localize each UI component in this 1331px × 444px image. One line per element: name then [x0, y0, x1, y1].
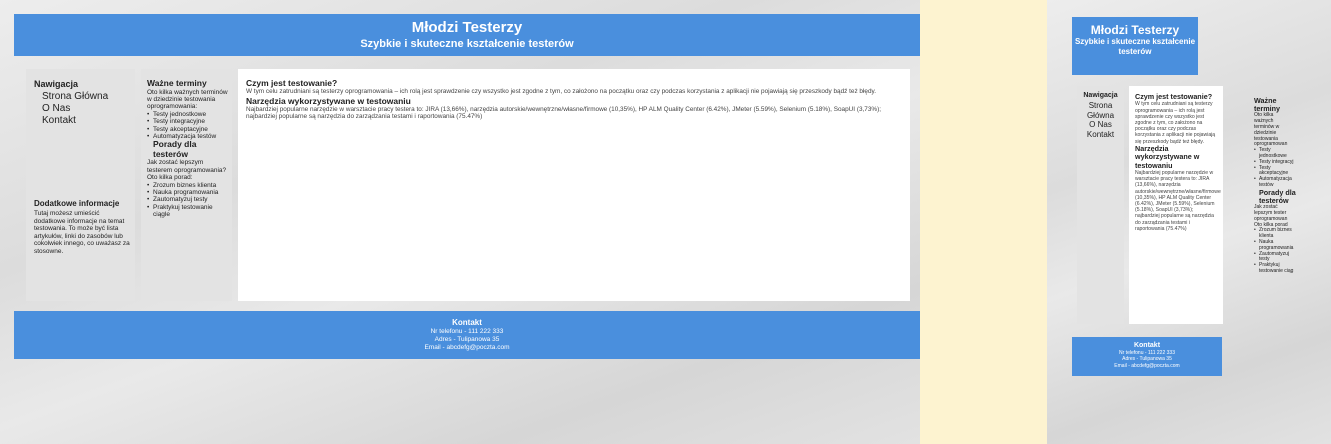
- main-content: Czym jest testowanie? W tym celu zatrudn…: [238, 69, 910, 301]
- section-heading-testing: Czym jest testowanie?: [246, 78, 338, 88]
- advice-list-item: Zautomatyzuj testy: [147, 196, 228, 204]
- advice-title: Porady dla testerów: [153, 139, 197, 159]
- mobile-section-heading-tools: Narzędzia wykorzystywane w testowaniu: [1135, 143, 1200, 170]
- info-text: Tutaj możesz umieścić dodatkowe informac…: [34, 210, 130, 255]
- nav-link-contact[interactable]: Kontakt: [34, 115, 129, 127]
- terms-list: Testy jednostkowe Testy integracyjne Tes…: [147, 111, 228, 141]
- mobile-section-text-tools: Najbardziej popularne narzędzie w warszt…: [1135, 170, 1221, 232]
- section-text-testing: W tym celu zatrudniani są testerzy oprog…: [246, 88, 877, 95]
- mobile-site-subtitle-line1: Szybkie i skuteczne kształcenie: [1074, 37, 1196, 46]
- site-title: Młodzi Testerzy: [411, 19, 523, 36]
- mobile-nav-link-about[interactable]: O Nas: [1079, 120, 1122, 130]
- nav-link-about[interactable]: O Nas: [34, 103, 129, 115]
- additional-info: Dodatkowe informacje Tutaj możesz umieśc…: [34, 199, 132, 256]
- mobile-main-content: Czym jest testowanie? W tym celu zatrudn…: [1129, 86, 1223, 324]
- mobile-site-title: Młodzi Testerzy: [1090, 23, 1180, 37]
- terms-list-item: Testy jednostkowe: [147, 111, 228, 119]
- nav-sidebar: Nawigacja Strona Główna O Nas Kontakt: [26, 69, 135, 301]
- terms-list-item: Testy integracyjne: [147, 118, 228, 126]
- mobile-nav-link-home[interactable]: Strona Główna: [1079, 101, 1122, 120]
- terms-sidebar: Ważne terminy Oto kilka ważnych terminów…: [141, 69, 232, 301]
- mobile-section-heading-testing: Czym jest testowanie?: [1135, 92, 1213, 101]
- mobile-terms-sidebar: Ważne terminy Oto kilka ważnych terminów…: [1254, 97, 1331, 275]
- site-header: Młodzi Testerzy Szybkie i skuteczne kszt…: [14, 14, 920, 56]
- mobile-advice-list: Zrozum biznesklienta Naukaprogramowania …: [1254, 227, 1331, 275]
- info-title: Dodatkowe informacje: [34, 199, 120, 208]
- mobile-terms-list-item: Automatyzacjatestów: [1254, 176, 1331, 189]
- mobile-site-footer: Kontakt Nr telefonu - 111 222 333 Adres …: [1072, 337, 1222, 376]
- advice-list-item: Praktykuj testowanie ciągle: [147, 204, 228, 219]
- mobile-nav-link-contact[interactable]: Kontakt: [1079, 130, 1122, 140]
- mobile-footer-title: Kontakt: [1133, 342, 1161, 349]
- mobile-nav-link-home-line1: Strona: [1088, 101, 1113, 110]
- advice-intro: Jak zostać lepszym testerem oprogramowan…: [147, 159, 227, 182]
- advice-list-item: Nauka programowania: [147, 189, 228, 197]
- mobile-nav-title: Nawigacja: [1083, 92, 1118, 99]
- desktop-view: Młodzi Testerzy Szybkie i skuteczne kszt…: [0, 0, 920, 444]
- section-heading-tools: Narzędzia wykorzystywane w testowaniu: [246, 95, 411, 106]
- section-text-tools: Najbardziej popularne narzędzie w warszt…: [246, 105, 881, 121]
- nav-link-home[interactable]: Strona Główna: [34, 91, 129, 103]
- mobile-nav-sidebar: Nawigacja Strona Główna O Nas Kontakt: [1077, 86, 1124, 324]
- site-footer: Kontakt Nr telefonu - 111 222 333 Adres …: [14, 311, 920, 359]
- mobile-site-subtitle-line2: testerów: [1118, 47, 1152, 56]
- mobile-footer-email[interactable]: Email - abcdefg@poczta.com: [1072, 363, 1222, 369]
- terms-list-item: Testy akceptacyjne: [147, 126, 228, 134]
- site-subtitle: Szybkie i skuteczne kształcenie testerów: [360, 38, 574, 50]
- mobile-section-text-testing: W tym celu zatrudniani są testerzy oprog…: [1135, 101, 1216, 145]
- advice-list: Zrozum biznes klienta Nauka programowani…: [147, 182, 228, 219]
- mobile-view: Młodzi Testerzy Szybkie i skuteczne kszt…: [1047, 0, 1331, 444]
- footer-address: Adres - Tulipanowa 35: [434, 336, 500, 343]
- footer-title: Kontakt: [452, 318, 482, 327]
- terms-intro: Oto kilka ważnych terminów w dziedzinie …: [147, 88, 228, 111]
- terms-list-item: Automatyzacja testów: [147, 133, 228, 141]
- mobile-site-header: Młodzi Testerzy Szybkie i skuteczne kszt…: [1072, 17, 1198, 75]
- mobile-advice-list-item: Praktykujtestowanie ciąg: [1254, 262, 1331, 275]
- footer-email[interactable]: Email - abcdefg@poczta.com: [14, 344, 920, 352]
- mobile-terms-list: Testyjednostkowe Testy integracyj Testya…: [1254, 147, 1331, 189]
- mobile-nav-link-home-line2: Główna: [1086, 110, 1115, 120]
- nav-title: Nawigacja: [34, 79, 79, 89]
- advice-list-item: Zrozum biznes klienta: [147, 182, 228, 190]
- footer-phone: Nr telefonu - 111 222 333: [430, 328, 504, 335]
- terms-title: Ważne terminy: [147, 78, 207, 88]
